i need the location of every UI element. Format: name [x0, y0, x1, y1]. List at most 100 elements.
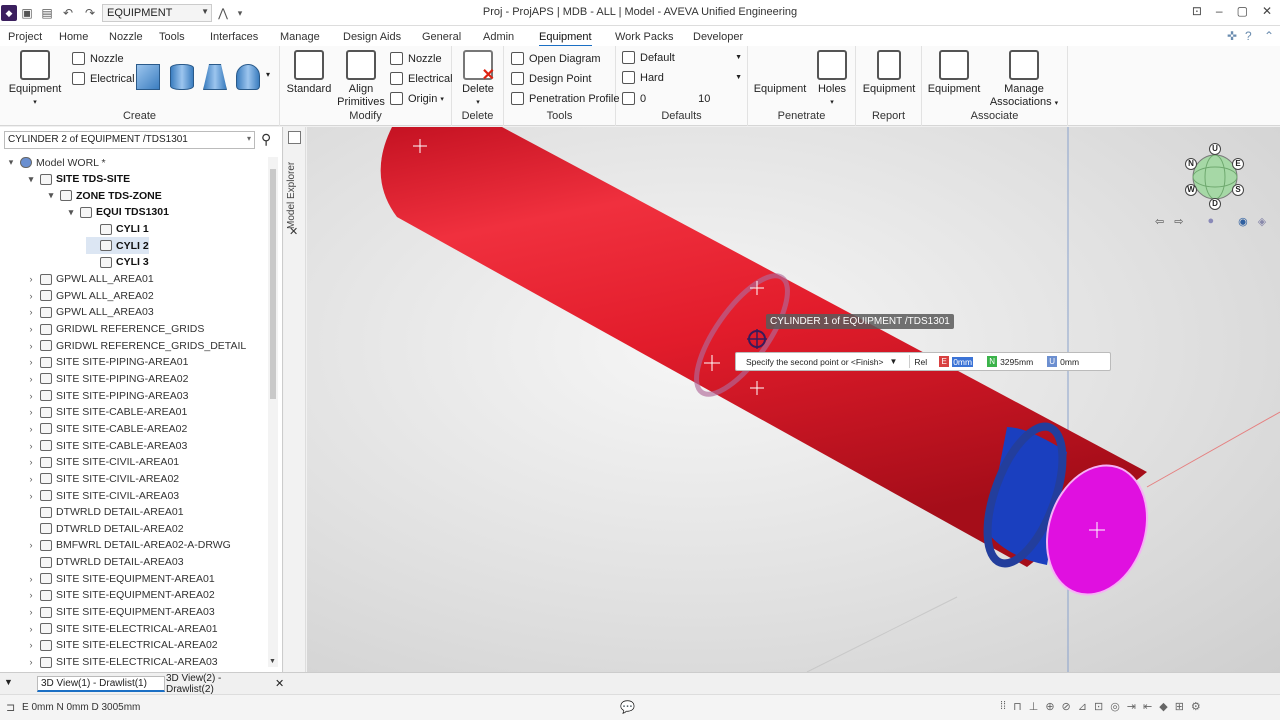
nav-down-label[interactable]: D	[1209, 198, 1221, 210]
tab-admin[interactable]: Admin	[483, 29, 514, 45]
align-snap-icon[interactable]: ⇤	[1143, 700, 1152, 713]
collapsed-chevron-icon[interactable]: ›	[26, 441, 36, 451]
expanded-chevron-icon[interactable]: ▾	[46, 190, 56, 201]
navigation-cube[interactable]: U N E W S D	[1182, 143, 1248, 210]
tree-row[interactable]: DTWRLD DETAIL-AREA01	[26, 504, 184, 521]
chat-icon[interactable]: 💬	[620, 700, 635, 714]
nav-south-label[interactable]: S	[1232, 184, 1244, 196]
nav-cube-globe[interactable]	[1192, 154, 1238, 200]
search-icon[interactable]: ⚲	[261, 131, 277, 147]
penetration-profile-button[interactable]: Penetration Profile	[511, 92, 620, 105]
tab-nozzle[interactable]: Nozzle	[109, 29, 143, 45]
filter-icon[interactable]: ⋀	[216, 4, 230, 22]
expanded-chevron-icon[interactable]: ▾	[26, 174, 36, 185]
explorer-tab-icon[interactable]	[288, 131, 301, 144]
equipment-combo[interactable]: EQUIPMENT ▼	[102, 4, 212, 22]
model-explorer-tab[interactable]: Model Explorer	[286, 155, 304, 235]
tree-row[interactable]: › SITE SITE-PIPING-AREA03	[26, 387, 189, 404]
collapsed-chevron-icon[interactable]: ›	[26, 307, 36, 317]
object-snap-icon[interactable]: ⊕	[1045, 700, 1054, 713]
expanded-chevron-icon[interactable]: ▾	[6, 157, 16, 168]
tree-row[interactable]: › SITE SITE-PIPING-AREA01	[26, 354, 189, 371]
nav-north-label[interactable]: N	[1185, 158, 1197, 170]
tree-row[interactable]: › SITE SITE-CIVIL-AREA03	[26, 487, 180, 504]
tree-row[interactable]: › GPWL ALL_AREA01	[26, 271, 154, 288]
tree-scrollbar-thumb[interactable]	[270, 169, 276, 399]
collapsed-chevron-icon[interactable]: ›	[26, 291, 36, 301]
origin-button[interactable]: Origin ▾	[390, 92, 444, 105]
tree-row[interactable]: › SITE SITE-EQUIPMENT-AREA01	[26, 570, 215, 587]
tree-row[interactable]: DTWRLD DETAIL-AREA02	[26, 520, 184, 537]
tree-row[interactable]: ▾ ZONE TDS-ZONE	[46, 187, 162, 204]
3d-viewport[interactable]: CYLINDER 1 of EQUIPMENT /TDS1301 Specify…	[307, 127, 1280, 672]
penetrate-equipment-button[interactable]: Equipment	[754, 50, 807, 96]
tab-tools[interactable]: Tools	[159, 29, 185, 45]
tree-row[interactable]: › SITE SITE-CABLE-AREA01	[26, 404, 188, 421]
back-icon[interactable]: ⇦	[1155, 215, 1164, 228]
modify-nozzle-button[interactable]: Nozzle	[390, 52, 442, 65]
polar-icon[interactable]: ⊘	[1062, 700, 1071, 713]
pin-icon[interactable]: ✜	[1227, 29, 1237, 43]
globe-icon[interactable]: ◉	[1238, 215, 1248, 228]
north-field[interactable]: N 3295mm	[987, 356, 1033, 367]
tab-developer[interactable]: Developer	[693, 29, 743, 45]
collapsed-chevron-icon[interactable]: ›	[26, 540, 36, 550]
3d-scene[interactable]	[307, 127, 1280, 672]
grid-snap-icon[interactable]: ⁞⁞	[1000, 700, 1006, 713]
dish-primitive-icon[interactable]	[236, 64, 260, 90]
redo-icon[interactable]: ↷	[83, 4, 97, 22]
tree-row[interactable]: › SITE SITE-EQUIPMENT-AREA02	[26, 587, 215, 604]
collapse-ribbon-icon[interactable]: ⌃	[1264, 29, 1274, 43]
east-field[interactable]: E 0mm	[939, 356, 974, 367]
collapsed-chevron-icon[interactable]: ›	[26, 457, 36, 467]
gallery-scroll-icon[interactable]: ▾	[266, 70, 270, 79]
defaults-value-row[interactable]: 0 10	[622, 92, 710, 105]
standard-button[interactable]: Standard	[286, 50, 332, 96]
tree-row[interactable]: › SITE SITE-ELECTRICAL-AREA03	[26, 654, 218, 670]
create-equipment-button[interactable]: Equipment ▾	[8, 50, 62, 109]
tree-row[interactable]: CYLI 2	[86, 237, 149, 255]
collapsed-chevron-icon[interactable]: ›	[26, 341, 36, 351]
tree-row[interactable]: › GPWL ALL_AREA02	[26, 287, 154, 304]
tree-row[interactable]: › GRIDWL REFERENCE_GRIDS	[26, 321, 205, 338]
endpoint-snap-icon[interactable]: ⊡	[1094, 700, 1103, 713]
nav-west-label[interactable]: W	[1185, 184, 1197, 196]
design-point-button[interactable]: Design Point	[511, 72, 591, 85]
quadrant-snap-icon[interactable]: ⊞	[1175, 700, 1184, 713]
tree-row[interactable]: ▾ EQUI TDS1301	[66, 204, 169, 221]
collapsed-chevron-icon[interactable]: ›	[26, 374, 36, 384]
tab-work-packs[interactable]: Work Packs	[615, 29, 673, 45]
tree-row[interactable]: › SITE SITE-CIVIL-AREA01	[26, 454, 180, 471]
collapsed-chevron-icon[interactable]: ›	[26, 424, 36, 434]
chevron-down-icon[interactable]: ▼	[890, 357, 898, 366]
tree-row[interactable]: DTWRLD DETAIL-AREA03	[26, 554, 184, 571]
tree-row[interactable]: › SITE SITE-PIPING-AREA02	[26, 370, 189, 387]
collapsed-chevron-icon[interactable]: ›	[26, 590, 36, 600]
collapsed-chevron-icon[interactable]: ›	[26, 474, 36, 484]
nav-east-label[interactable]: E	[1232, 158, 1244, 170]
tab-design-aids[interactable]: Design Aids	[343, 29, 401, 45]
associate-equipment-button[interactable]: Equipment	[926, 50, 982, 96]
rel-toggle[interactable]: Rel	[914, 357, 927, 367]
open-diagram-button[interactable]: Open Diagram	[511, 52, 601, 65]
cube-view-icon[interactable]: ◈	[1258, 215, 1266, 228]
tree-row[interactable]: › SITE SITE-CIVIL-AREA02	[26, 470, 180, 487]
tree-row[interactable]: › SITE SITE-CABLE-AREA03	[26, 437, 188, 454]
hard-combo[interactable]: Hard ▼	[622, 71, 744, 84]
collapsed-chevron-icon[interactable]: ›	[26, 391, 36, 401]
collapsed-chevron-icon[interactable]: ›	[26, 574, 36, 584]
customize-icon[interactable]: ▾	[235, 4, 245, 22]
east-value[interactable]: 0mm	[952, 356, 974, 367]
close-icon[interactable]: ✕	[289, 225, 298, 238]
expanded-chevron-icon[interactable]: ▾	[66, 207, 76, 218]
report-equipment-button[interactable]: Equipment	[862, 50, 916, 96]
collapsed-chevron-icon[interactable]: ›	[26, 657, 36, 667]
collapsed-chevron-icon[interactable]: ›	[26, 491, 36, 501]
center-snap-icon[interactable]: ◎	[1110, 700, 1120, 713]
tab-equipment[interactable]: Equipment	[539, 29, 592, 47]
restore-icon[interactable]: ⊡	[1192, 4, 1202, 18]
tree-row[interactable]: ▾ Model WORL *	[6, 154, 106, 171]
view-tab-1[interactable]: 3D View(1) - Drawlist(1)	[37, 676, 165, 692]
collapsed-chevron-icon[interactable]: ›	[26, 624, 36, 634]
north-value[interactable]: 3295mm	[1000, 357, 1033, 367]
